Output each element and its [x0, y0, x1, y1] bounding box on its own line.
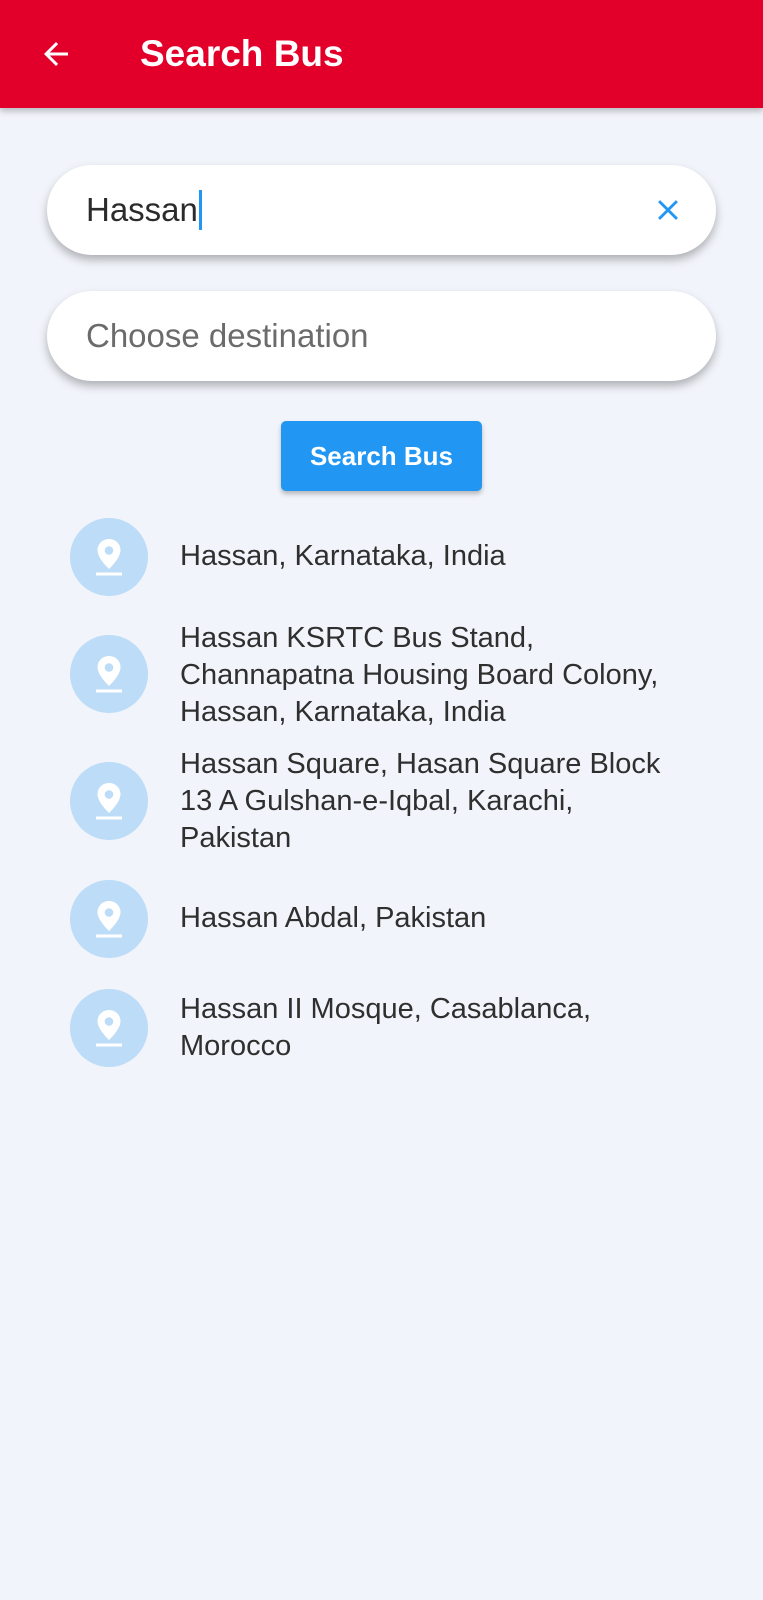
destination-input[interactable]: Choose destination [86, 291, 369, 381]
search-bus-button[interactable]: Search Bus [281, 421, 482, 491]
location-pin-icon [70, 518, 148, 596]
location-pin-icon [70, 880, 148, 958]
text-caret [198, 190, 202, 230]
suggestion-label: Hassan KSRTC Bus Stand, Channapatna Hous… [180, 622, 659, 728]
location-pin-icon [70, 762, 148, 840]
suggestion-item[interactable]: Hassan Abdal, Pakistan [70, 880, 710, 958]
suggestion-item[interactable]: Hassan II Mosque, Casablanca, Morocco [70, 989, 710, 1067]
location-pin-icon [70, 989, 148, 1067]
origin-input-value: Hassan [86, 191, 198, 228]
location-pin-icon [70, 635, 148, 713]
back-button[interactable] [30, 28, 82, 80]
suggestion-item[interactable]: Hassan Square, Hasan Square Block 13 A G… [70, 746, 710, 858]
suggestion-label: Hassan, Karnataka, India [180, 540, 506, 572]
origin-input[interactable]: Hassan [86, 165, 202, 255]
suggestion-label: Hassan II Mosque, Casablanca, Morocco [180, 993, 592, 1062]
close-icon [658, 200, 678, 220]
clear-button[interactable] [646, 188, 690, 232]
suggestion-item[interactable]: Hassan KSRTC Bus Stand, Channapatna Hous… [70, 620, 710, 732]
app-bar: Search Bus [0, 0, 763, 108]
origin-field[interactable]: Hassan [47, 165, 716, 255]
destination-field[interactable]: Choose destination [47, 291, 716, 381]
suggestion-label: Hassan Abdal, Pakistan [180, 902, 487, 934]
suggestion-label: Hassan Square, Hasan Square Block 13 A G… [180, 748, 661, 854]
suggestion-item[interactable]: Hassan, Karnataka, India [70, 518, 710, 596]
arrow-left-icon [44, 42, 68, 66]
page-title: Search Bus [140, 33, 344, 74]
